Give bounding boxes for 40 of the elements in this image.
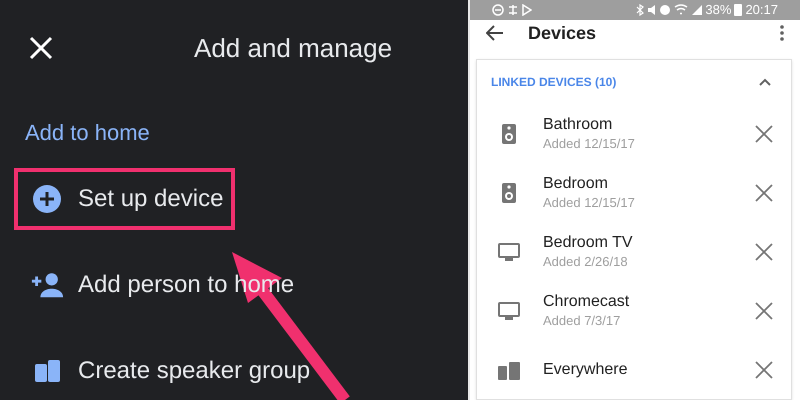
signal-icon — [692, 4, 702, 15]
remove-icon[interactable] — [755, 242, 773, 260]
plus-circle-icon — [32, 184, 62, 214]
device-name: Bathroom — [543, 114, 614, 134]
speaker-group-icon — [498, 360, 520, 380]
mute-icon — [648, 4, 656, 16]
section-header: LINKED DEVICES (10) — [491, 74, 616, 91]
speaker-icon — [502, 124, 516, 144]
battery-percent: 38% — [705, 1, 732, 19]
tv-icon — [498, 242, 520, 260]
do-not-disturb-icon — [492, 4, 504, 16]
section-title: Add to home — [25, 120, 150, 145]
add-person-icon — [30, 271, 64, 299]
remove-icon[interactable] — [755, 302, 773, 320]
menu-item[interactable]: Set up device — [14, 168, 236, 230]
close-icon[interactable] — [28, 35, 54, 61]
remove-icon[interactable] — [755, 124, 773, 142]
play-icon — [522, 4, 532, 16]
menu-item[interactable]: Create speaker group — [14, 340, 322, 400]
panel-title: Add and manage — [194, 32, 392, 64]
remove-icon[interactable] — [755, 184, 773, 202]
wifi-icon — [674, 4, 688, 16]
back-icon[interactable] — [486, 25, 504, 42]
chevron-icon[interactable] — [759, 78, 771, 86]
screen-title: Devices — [528, 22, 596, 45]
device-added-date: Added 12/15/17 — [543, 194, 636, 212]
device-added-date: Added 12/15/17 — [543, 134, 636, 152]
device-name: Everywhere — [543, 360, 628, 380]
battery-icon — [734, 3, 742, 16]
more-menu-icon[interactable] — [780, 25, 784, 42]
device-added-date: Added 7/3/17 — [543, 312, 622, 330]
speaker-icon — [502, 182, 516, 202]
bluetooth-icon — [636, 4, 644, 16]
device-name: Bedroom TV — [543, 232, 634, 252]
remove-icon[interactable] — [755, 360, 773, 378]
tv-icon — [498, 302, 520, 320]
device-added-date: Added 2/26/18 — [543, 252, 629, 270]
clock: 20:17 — [745, 1, 778, 19]
device-name: Chromecast — [543, 292, 630, 312]
device-name: Bedroom — [543, 174, 609, 194]
